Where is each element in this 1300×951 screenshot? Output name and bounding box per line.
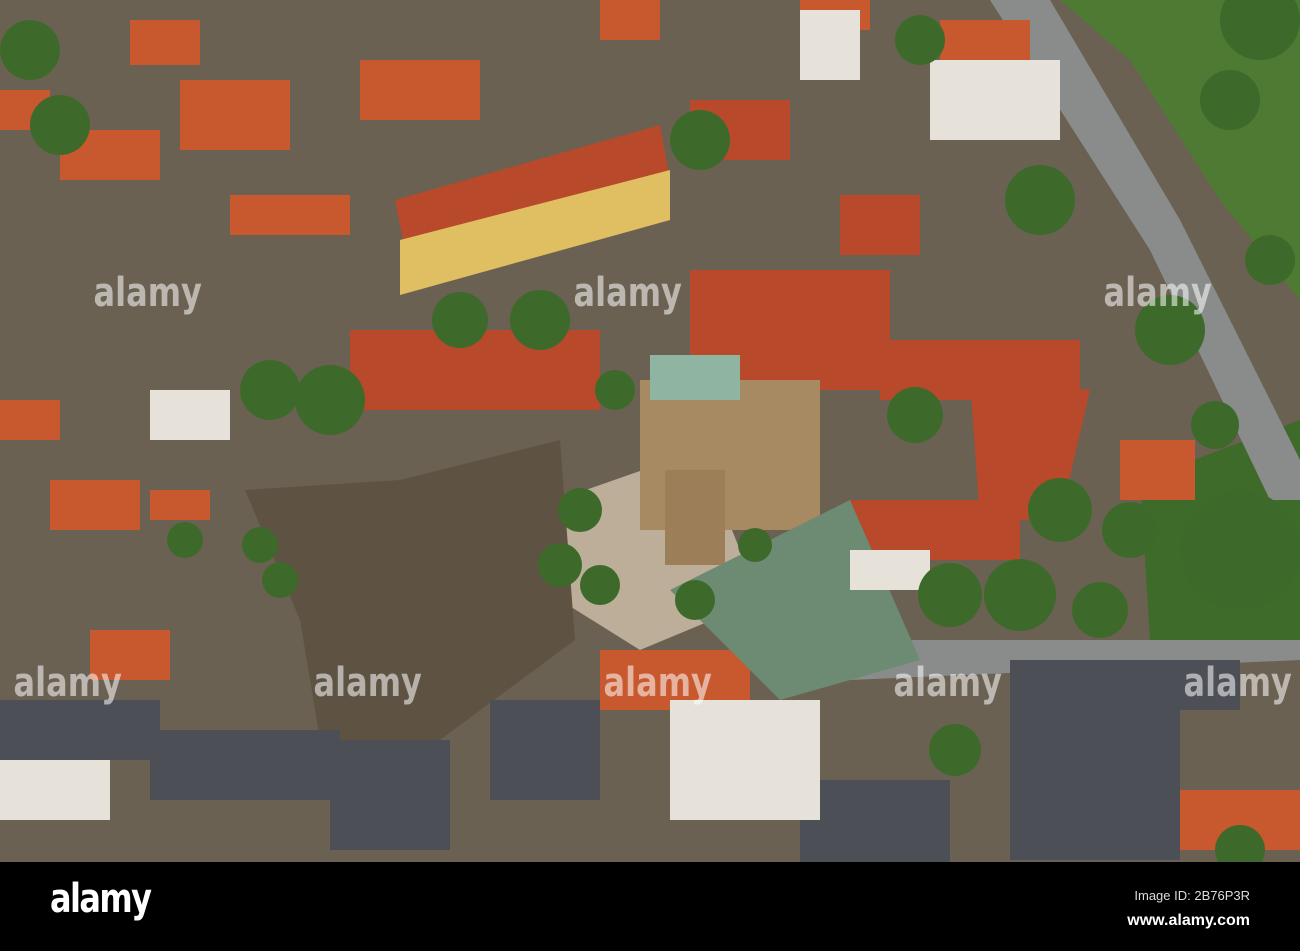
image-id: Image ID: 2B76P3R [1134,888,1250,903]
footer-bar: alamy Image ID: 2B76P3R www.alamy.com [0,862,1300,951]
website-link[interactable]: www.alamy.com [1127,912,1250,930]
watermark: alamy [893,660,1002,706]
watermark: alamy [13,660,122,706]
watermark: alamy [1103,270,1212,316]
watermark: alamy [313,660,422,706]
aerial-photo [0,0,1300,862]
alamy-logo: alamy [50,876,152,922]
watermark: alamy [573,270,682,316]
watermark: alamy [1183,660,1292,706]
watermark: alamy [603,660,712,706]
watermark: alamy [93,270,202,316]
